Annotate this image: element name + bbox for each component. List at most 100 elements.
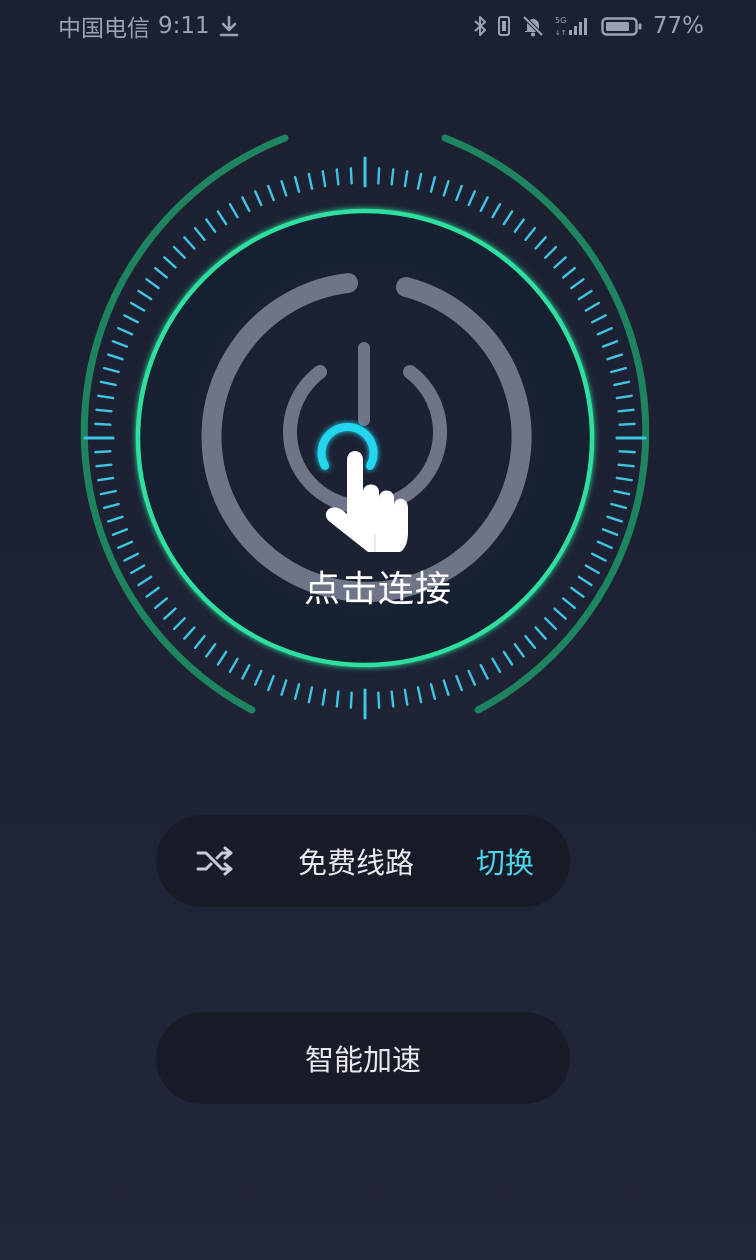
tick-mark	[228, 202, 239, 219]
tick-mark	[153, 266, 169, 279]
tick-mark	[610, 502, 627, 510]
tick-mark	[183, 626, 196, 640]
tick-mark	[377, 691, 381, 709]
tick-mark	[95, 408, 113, 413]
tick-mark	[205, 643, 217, 658]
tick-mark	[615, 476, 633, 482]
svg-text:↓↑: ↓↑	[555, 29, 567, 37]
tick-mark	[349, 691, 353, 709]
clock: 9:11	[158, 13, 210, 39]
tick-mark	[479, 664, 489, 680]
tick-mark	[561, 266, 577, 279]
tick-mark	[137, 289, 153, 301]
tick-mark	[107, 353, 124, 361]
tick-mark	[479, 196, 489, 212]
tick-mark	[172, 245, 186, 259]
tick-mark	[307, 686, 314, 704]
tick-mark	[596, 326, 613, 336]
silent-bell-icon	[521, 14, 545, 38]
tick-mark	[123, 314, 139, 324]
bluetooth-icon	[473, 14, 487, 38]
tick-mark	[163, 256, 177, 269]
tick-mark	[596, 540, 613, 550]
tick-mark	[241, 196, 251, 212]
download-icon	[218, 14, 240, 38]
tick-mark	[94, 422, 112, 426]
tick-mark	[570, 278, 585, 290]
tick-mark	[613, 380, 631, 387]
tick-mark	[307, 172, 314, 190]
tick-mark	[610, 366, 627, 374]
tick-mark	[193, 634, 206, 650]
tick-mark	[534, 236, 547, 250]
tick-mark	[129, 301, 146, 312]
tick-mark	[615, 394, 633, 400]
tick-mark	[606, 353, 623, 361]
tick-mark	[99, 380, 117, 387]
tick-mark	[442, 679, 450, 696]
tick-mark	[534, 626, 547, 640]
tick-mark	[513, 218, 525, 233]
tick-mark	[577, 289, 593, 301]
tick-mark	[94, 450, 112, 454]
tick-mark	[267, 674, 275, 692]
tick-mark	[390, 690, 395, 708]
tick-mark	[335, 690, 340, 708]
tick-mark	[377, 167, 381, 185]
switch-route-button[interactable]: 切换	[476, 840, 534, 882]
tick-mark	[267, 184, 275, 202]
tick-mark	[172, 617, 186, 631]
tick-mark	[613, 489, 631, 496]
status-bar: 中国电信 9:11 5G ↓↑ 77%	[0, 0, 756, 52]
tick-mark	[403, 170, 409, 188]
tick-mark	[205, 218, 217, 233]
tick-mark	[107, 515, 124, 523]
route-selector[interactable]: 免费线路 切换	[156, 815, 570, 907]
tick-mark	[95, 463, 113, 468]
carrier-label: 中国电信	[58, 16, 150, 42]
tick-mark	[442, 180, 450, 197]
tick-mark	[591, 314, 607, 324]
tick-mark	[183, 236, 196, 250]
tick-mark	[467, 669, 477, 686]
tick-mark	[524, 226, 537, 242]
tick-mark	[429, 176, 437, 193]
shuffle-icon[interactable]	[196, 844, 236, 878]
smart-accelerate-button[interactable]: 智能加速	[156, 1012, 570, 1104]
tick-mark	[97, 394, 115, 400]
tick-mark	[390, 168, 395, 186]
tick-mark	[416, 686, 423, 704]
tick-mark	[280, 180, 288, 197]
connect-dial[interactable]	[30, 120, 700, 760]
tick-mark	[502, 650, 514, 666]
tick-mark	[117, 540, 134, 550]
tick-mark	[97, 476, 115, 482]
route-label: 免费线路	[297, 846, 414, 880]
tick-mark	[601, 528, 619, 536]
tick-mark	[111, 340, 129, 348]
tick-mark	[280, 679, 288, 696]
tick-mark	[145, 278, 160, 290]
tick-mark	[455, 184, 463, 202]
tick-mark	[117, 326, 134, 336]
tick-mark	[491, 202, 502, 219]
tick-mark	[513, 643, 525, 658]
tick-mark	[403, 688, 409, 706]
tick-mark	[553, 256, 567, 269]
tick-mark	[349, 167, 353, 185]
tick-mark	[335, 168, 340, 186]
status-left: 中国电信 9:11	[58, 9, 240, 43]
battery-icon	[601, 14, 643, 38]
tick-mark	[416, 172, 423, 190]
tick-mark	[103, 366, 120, 374]
battery-percent: 77%	[652, 13, 704, 39]
tick-mark	[618, 422, 636, 426]
tick-mark	[216, 650, 228, 666]
tick-mark	[193, 226, 206, 242]
tick-mark	[524, 634, 537, 650]
tick-mark	[544, 617, 558, 631]
tick-mark	[617, 463, 635, 468]
tick-mark	[601, 340, 619, 348]
connect-label[interactable]: 点击连接	[0, 560, 756, 612]
tick-mark	[293, 683, 301, 700]
